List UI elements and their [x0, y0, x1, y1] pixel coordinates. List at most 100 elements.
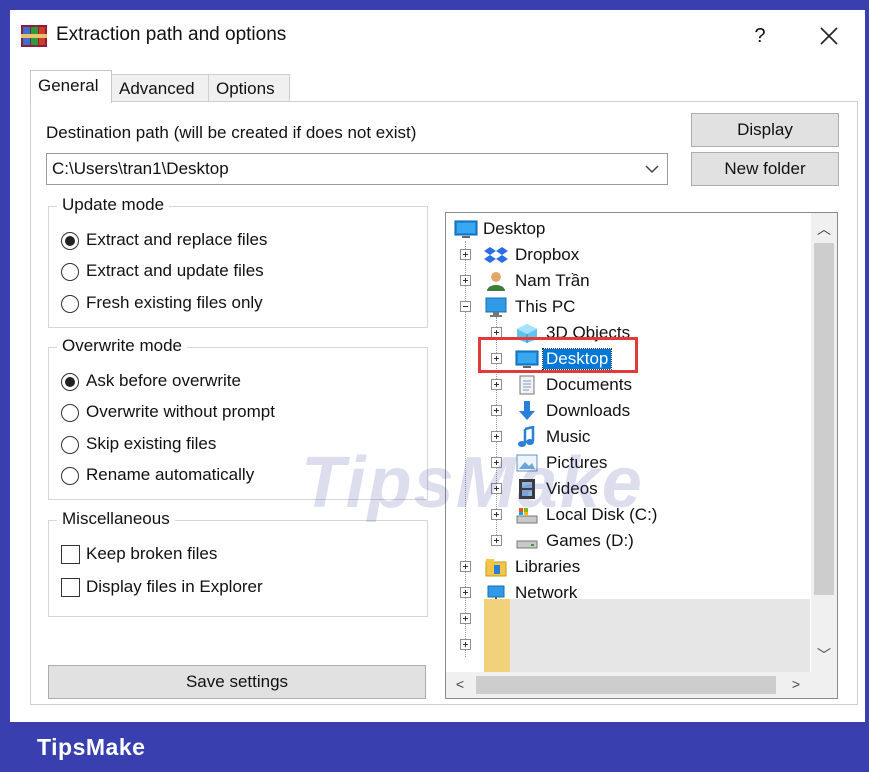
radio-button[interactable] — [61, 373, 79, 391]
expand-icon[interactable] — [460, 275, 471, 286]
folder-tree[interactable]: Desktop Dropbox Nam Trần This PC 3D Obje… — [445, 212, 838, 699]
new-folder-button[interactable]: New folder — [691, 152, 839, 186]
destination-path-value: C:\Users\tran1\Desktop — [52, 159, 229, 178]
tree-item-label: Pictures — [546, 453, 608, 472]
display-button[interactable]: Display — [691, 113, 839, 147]
miscellaneous-group: Miscellaneous Keep broken files Display … — [48, 509, 428, 617]
window-title: Extraction path and options — [56, 24, 287, 45]
scrollbar-corner — [811, 672, 837, 698]
expand-icon[interactable] — [491, 509, 502, 520]
destination-label: Destination path (will be created if doe… — [46, 123, 417, 142]
expand-icon[interactable] — [460, 561, 471, 572]
vertical-scrollbar[interactable]: ︿ ﹀ — [811, 213, 837, 672]
update-mode-title: Update mode — [57, 195, 170, 215]
radio-button[interactable] — [61, 295, 79, 313]
tree-item-libraries[interactable]: Libraries — [460, 555, 620, 579]
checkbox[interactable] — [61, 545, 80, 564]
vertical-scroll-thumb[interactable] — [814, 243, 834, 595]
tree-item-label: Documents — [546, 375, 632, 394]
tree-item-videos[interactable]: Videos — [491, 477, 661, 501]
checkbox-keep-broken-files[interactable]: Keep broken files — [61, 543, 311, 567]
tree-item-music[interactable]: Music — [491, 425, 661, 449]
help-button[interactable]: ? — [740, 18, 780, 54]
checkbox-display-in-explorer[interactable]: Display files in Explorer — [61, 576, 311, 600]
horizontal-scroll-thumb[interactable] — [476, 676, 776, 694]
tree-item-pictures[interactable]: Pictures — [491, 451, 661, 475]
pictures-icon — [516, 454, 538, 472]
tree-item-label: Libraries — [515, 557, 581, 576]
checkbox[interactable] — [61, 578, 80, 597]
frame-top — [0, 0, 869, 10]
tree-item-label: Desktop — [483, 219, 546, 238]
scroll-down-icon[interactable]: ﹀ — [814, 645, 834, 665]
checkbox-label: Keep broken files — [86, 544, 218, 563]
expand-icon[interactable] — [491, 379, 502, 390]
tree-item-label: This PC — [515, 297, 576, 316]
general-tab-panel: Destination path (will be created if doe… — [30, 101, 858, 705]
tab-options[interactable]: Options — [208, 74, 290, 102]
collapse-icon[interactable] — [460, 301, 471, 312]
tree-item-user[interactable]: Nam Trần — [460, 269, 620, 293]
scroll-up-icon[interactable]: ︿ — [814, 219, 834, 239]
scroll-left-icon[interactable]: < — [450, 676, 470, 692]
local-disk-icon — [516, 508, 538, 524]
expand-icon[interactable] — [491, 483, 502, 494]
save-settings-button[interactable]: Save settings — [48, 665, 426, 699]
footer-banner: TipsMake — [0, 722, 869, 772]
folder-icon — [484, 599, 510, 673]
expand-icon[interactable] — [491, 431, 502, 442]
miscellaneous-title: Miscellaneous — [57, 509, 175, 529]
radio-button[interactable] — [61, 436, 79, 454]
tree-item-downloads[interactable]: Downloads — [491, 399, 661, 423]
tree-item-label: Games (D:) — [546, 531, 634, 550]
drive-icon — [516, 540, 538, 549]
scroll-right-icon[interactable]: > — [786, 676, 806, 692]
radio-extract-replace[interactable]: Extract and replace files — [61, 229, 311, 253]
radio-button[interactable] — [61, 232, 79, 250]
tree-item-local-disk[interactable]: Local Disk (C:) — [491, 503, 681, 527]
destination-path-combobox[interactable]: C:\Users\tran1\Desktop — [46, 153, 668, 185]
user-icon — [487, 272, 505, 291]
radio-button[interactable] — [61, 263, 79, 281]
expand-icon[interactable] — [460, 639, 471, 650]
radio-fresh-existing[interactable]: Fresh existing files only — [61, 292, 311, 316]
tree-item-this-pc[interactable]: This PC — [460, 295, 620, 319]
radio-button[interactable] — [61, 467, 79, 485]
expand-icon[interactable] — [460, 587, 471, 598]
music-icon — [518, 426, 535, 447]
frame-right — [865, 0, 869, 772]
close-button[interactable] — [805, 18, 853, 54]
chevron-down-icon[interactable] — [643, 158, 661, 178]
expand-icon[interactable] — [491, 457, 502, 468]
tree-item-label: Local Disk (C:) — [546, 505, 658, 524]
tree-item-label: Videos — [546, 479, 598, 498]
tree-item-label: Dropbox — [515, 245, 580, 264]
computer-icon — [485, 297, 507, 317]
tree-item-label: Nam Trần — [515, 271, 590, 290]
downloads-icon — [519, 401, 535, 420]
close-icon — [820, 27, 838, 45]
dropbox-icon — [484, 247, 508, 263]
radio-rename-automatically[interactable]: Rename automatically — [61, 464, 311, 488]
tree-item-games-drive[interactable]: Games (D:) — [491, 529, 681, 553]
tab-general[interactable]: General — [30, 70, 112, 103]
expand-icon[interactable] — [491, 405, 502, 416]
tree-item-dropbox[interactable]: Dropbox — [460, 243, 620, 267]
radio-extract-update[interactable]: Extract and update files — [61, 260, 311, 284]
radio-button[interactable] — [61, 404, 79, 422]
videos-icon — [519, 479, 535, 499]
overwrite-mode-group: Overwrite mode Ask before overwrite Over… — [48, 336, 428, 500]
tree-item-label: Music — [546, 427, 591, 446]
tree-item-desktop-root[interactable]: Desktop — [454, 217, 574, 241]
expand-icon[interactable] — [460, 249, 471, 260]
horizontal-scrollbar[interactable]: < > — [446, 672, 836, 698]
radio-overwrite-without-prompt[interactable]: Overwrite without prompt — [61, 401, 331, 425]
tree-item-documents[interactable]: Documents — [491, 373, 661, 397]
expand-icon[interactable] — [491, 535, 502, 546]
footer-brand: TipsMake — [37, 734, 146, 760]
redacted-area — [510, 599, 810, 673]
radio-skip-existing[interactable]: Skip existing files — [61, 433, 311, 457]
radio-ask-before-overwrite[interactable]: Ask before overwrite — [61, 370, 311, 394]
expand-icon[interactable] — [460, 613, 471, 624]
tab-advanced[interactable]: Advanced — [111, 74, 209, 102]
